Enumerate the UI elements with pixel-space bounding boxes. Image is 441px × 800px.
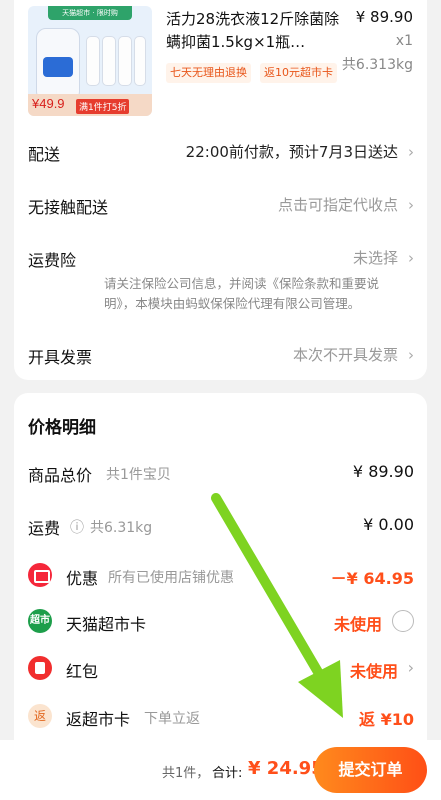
contactless-label: 无接触配送 [28, 198, 109, 217]
redpacket-label: 红包 [66, 662, 99, 681]
rebate-value: 返 ¥10 [359, 710, 414, 729]
delivery-row[interactable]: 配送 22:00前付款，预计7月3日送达 › [28, 137, 414, 167]
delivery-value: 22:00前付款，预计7月3日送达 [185, 143, 398, 161]
contactless-value: 点击可指定代收点 [277, 196, 398, 214]
rebate-sub: 下单立返 [144, 711, 200, 727]
supermarket-card-icon: 超市 [28, 609, 52, 633]
thumb-top-text: 天猫超市 · 限时购 [48, 6, 132, 20]
insurance-value: 未选择 [352, 249, 398, 267]
tag-seven-day-return: 七天无理由退换 [166, 63, 251, 83]
product-qty: x1 [395, 33, 413, 49]
rebate-row: 返 返超市卡 下单立返 返 ¥10 [28, 702, 414, 732]
freight-row: 运费 ⓘ 共6.31kg ¥ 0.00 [28, 511, 414, 541]
invoice-label: 开具发票 [28, 348, 93, 367]
checkout-footer: 共1件， 合计: ¥ 24.95 提交订单 [0, 740, 441, 800]
discount-amount: －¥ 64.95 [330, 569, 414, 588]
red-packet-icon [28, 656, 52, 680]
product-price: ¥ 89.90 [355, 8, 413, 26]
insurance-label: 运费险 [28, 251, 77, 270]
item-count: 共1件， [162, 766, 210, 781]
coupon-icon [28, 563, 52, 587]
product-thumbnail[interactable]: 天猫超市 · 限时购 ¥49.9 满1件打5折 [28, 6, 152, 116]
price-detail-card: 价格明细 商品总价 共1件宝贝 ¥ 89.90 运费 ⓘ 共6.31kg ¥ 0… [14, 393, 427, 793]
tag-rebate-card: 返10元超市卡 [260, 63, 337, 83]
discount-row[interactable]: 优惠 所有已使用店铺优惠 －¥ 64.95 [28, 561, 414, 591]
contactless-row[interactable]: 无接触配送 点击可指定代收点 › [28, 190, 414, 220]
chevron-right-icon: › [408, 196, 414, 214]
price-detail-title: 价格明细 [28, 418, 96, 438]
insurance-note: 请关注保险公司信息，并阅读《保险条款和重要说明》，本模块由蚂蚁保保险代理有限公司… [104, 276, 380, 311]
tmall-card-row[interactable]: 超市 天猫超市卡 未使用 [28, 607, 414, 637]
invoice-value: 本次不开具发票 [292, 346, 398, 364]
chevron-right-icon: › [408, 143, 414, 161]
product-title[interactable]: 活力28洗衣液12斤除菌除螨抑菌1.5kg×1瓶… [166, 8, 346, 54]
bottle-image [36, 28, 80, 98]
total-label: 合计: [212, 766, 243, 781]
submit-order-button[interactable]: 提交订单 [314, 747, 427, 793]
chevron-right-icon: › [407, 658, 414, 677]
discount-sub: 所有已使用店铺优惠 [108, 570, 234, 586]
goods-total-row: 商品总价 共1件宝贝 ¥ 89.90 [28, 458, 414, 488]
product-weight: 共6.313kg [341, 57, 413, 73]
chevron-right-icon: › [408, 346, 414, 364]
goods-amount: ¥ 89.90 [352, 462, 414, 481]
discount-label: 优惠 [66, 569, 99, 588]
info-icon[interactable]: ⓘ [70, 517, 84, 537]
thumb-discount: 满1件打5折 [76, 99, 130, 114]
total-amount: ¥ 24.95 [248, 758, 324, 779]
redpacket-value: 未使用 [349, 662, 398, 681]
insurance-row[interactable]: 运费险 未选择 › [28, 243, 414, 273]
order-info-card: 天猫超市 · 限时购 ¥49.9 满1件打5折 活力28洗衣液12斤除菌除螨抑菌… [14, 0, 427, 380]
tmall-card-label: 天猫超市卡 [66, 615, 147, 634]
freight-sub: 共6.31kg [90, 520, 153, 536]
rebate-label: 返超市卡 [66, 710, 131, 729]
delivery-label: 配送 [28, 145, 61, 164]
redpacket-row[interactable]: 红包 未使用 › [28, 654, 414, 684]
chevron-right-icon: › [408, 249, 414, 267]
goods-sub: 共1件宝贝 [106, 467, 171, 483]
freight-label: 运费 [28, 519, 61, 538]
freight-amount: ¥ 0.00 [363, 515, 414, 534]
invoice-row[interactable]: 开具发票 本次不开具发票 › [28, 340, 414, 370]
goods-label: 商品总价 [28, 466, 93, 485]
tmall-card-radio[interactable] [392, 610, 414, 632]
tmall-card-value: 未使用 [333, 615, 382, 634]
thumb-price-tag: ¥49.9 满1件打5折 [28, 94, 152, 116]
thumb-price: ¥49.9 [32, 96, 65, 111]
rebate-icon: 返 [28, 704, 52, 728]
